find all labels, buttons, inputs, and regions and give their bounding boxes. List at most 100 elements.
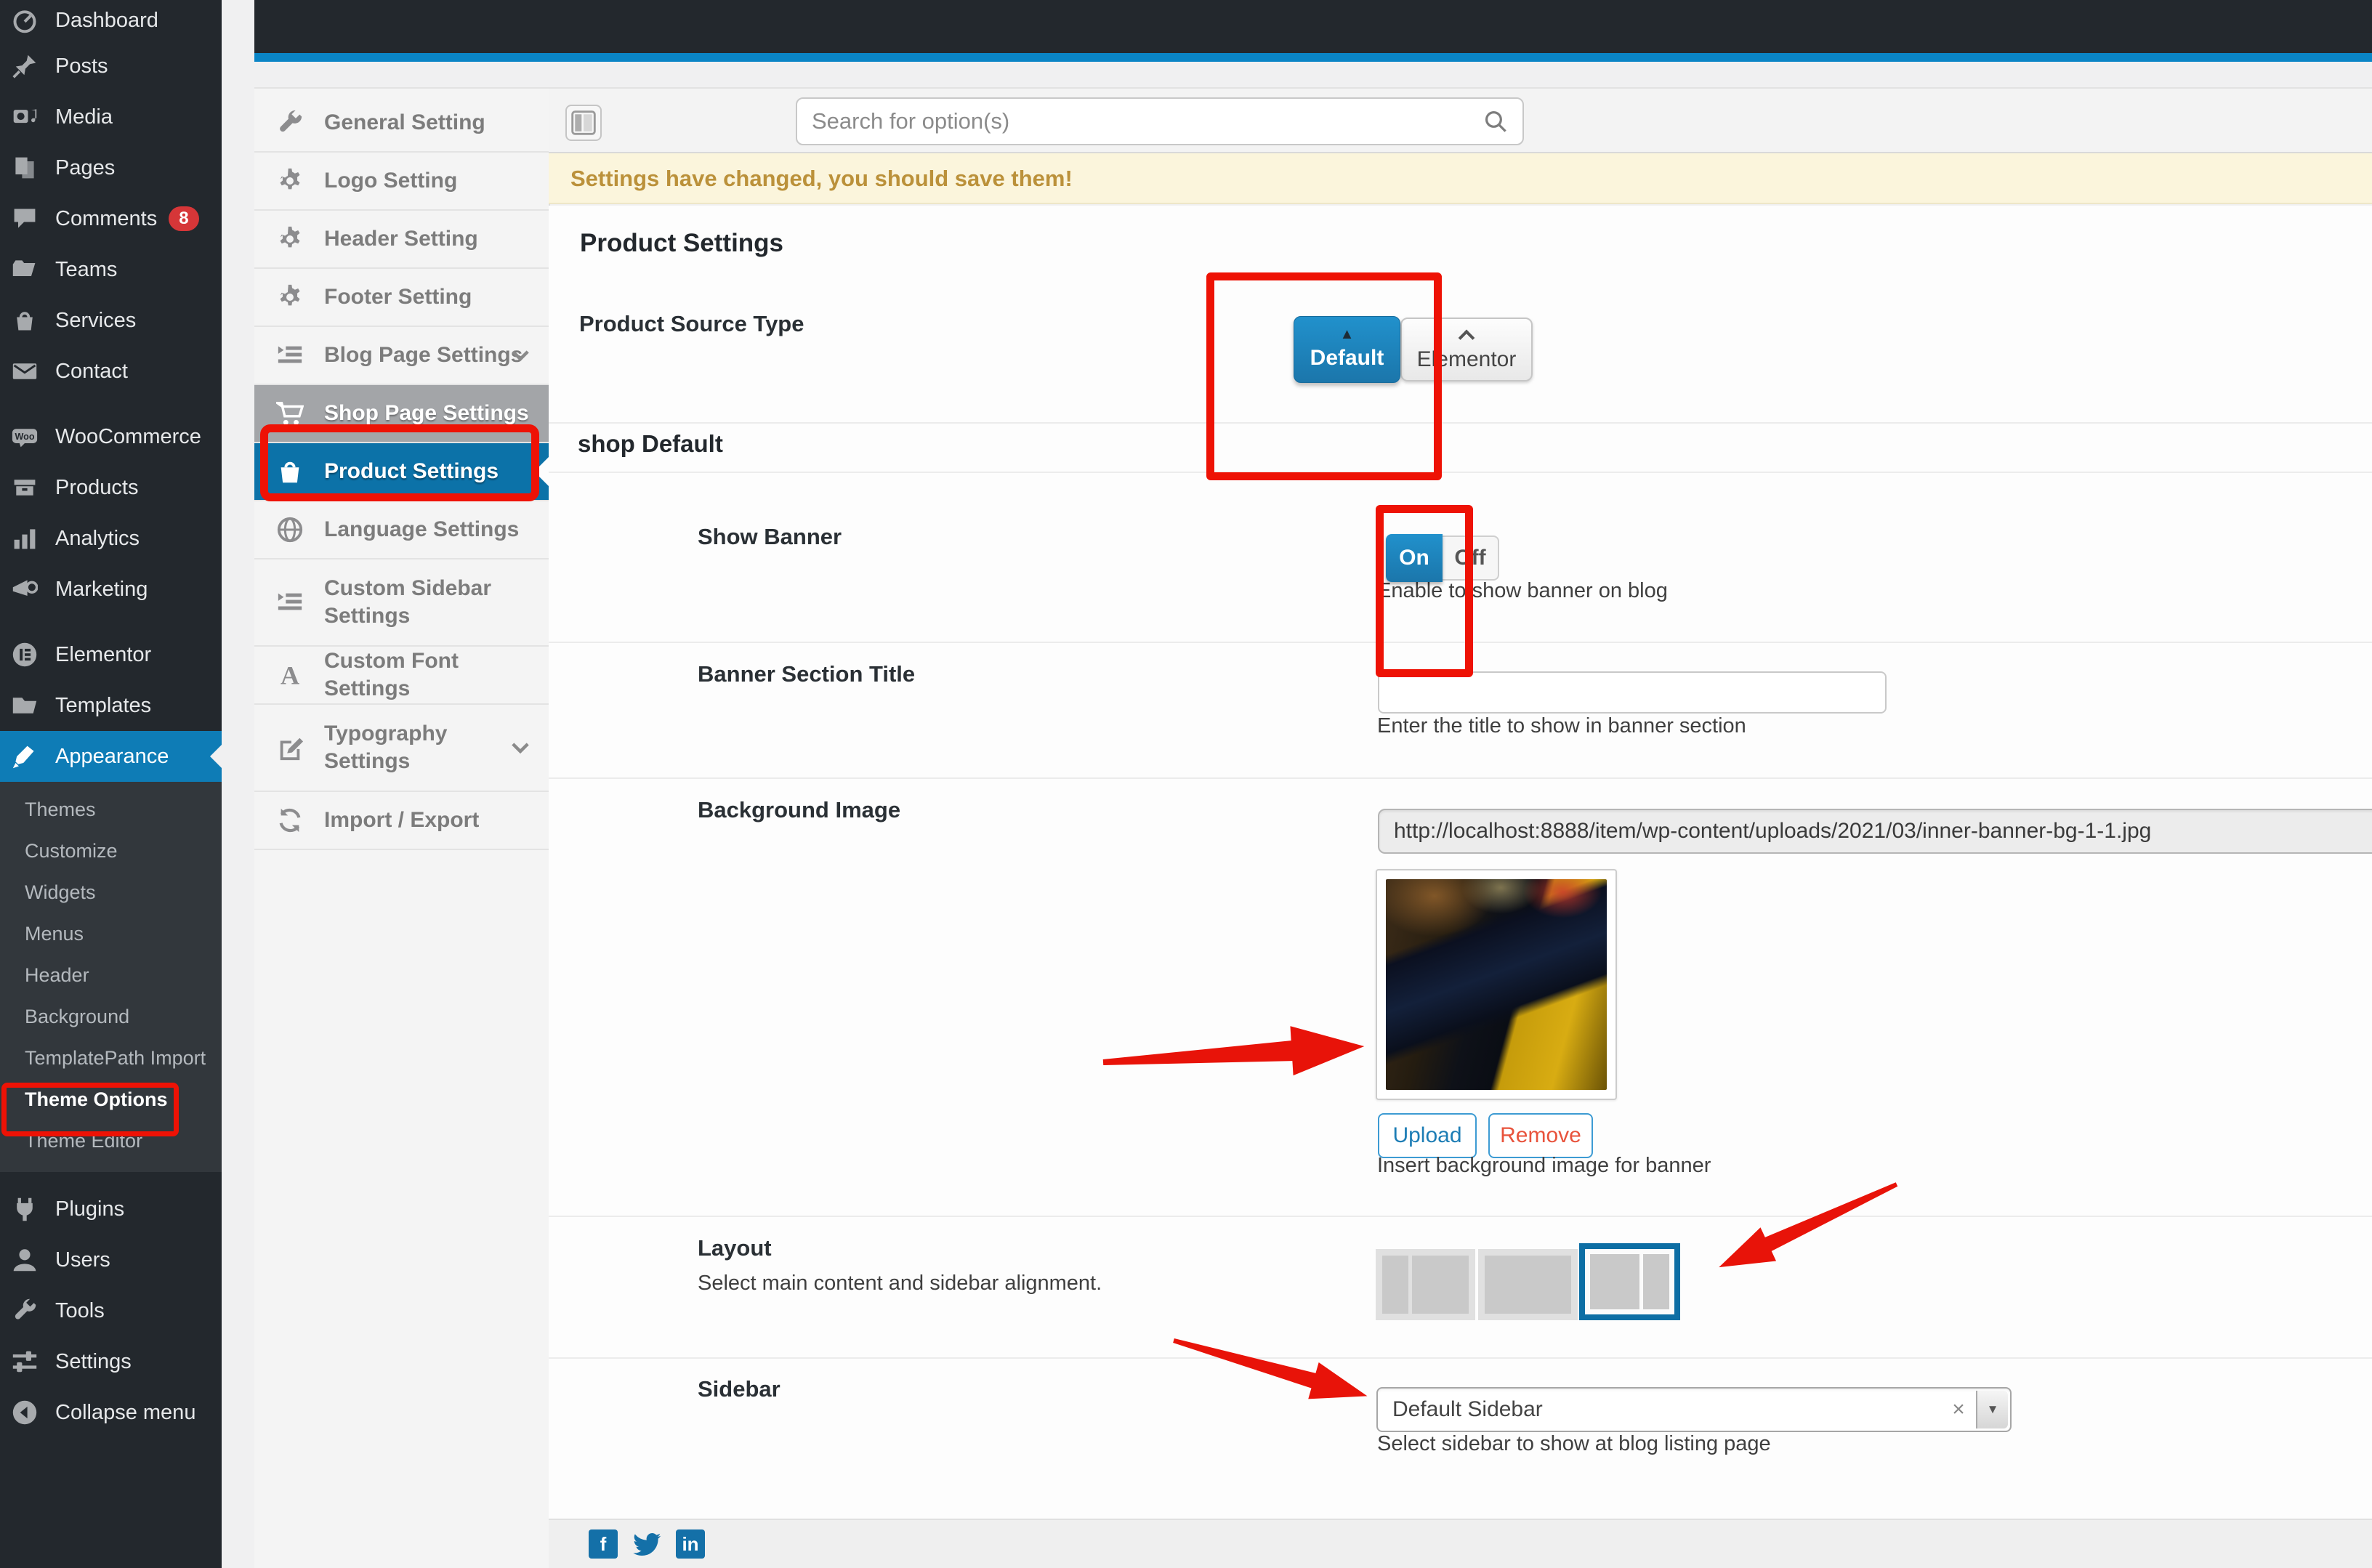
theme-nav-item-shop-page-settings[interactable]: Shop Page Settings	[254, 385, 549, 443]
sidebar-item-analytics[interactable]: Analytics	[0, 513, 222, 564]
sidebar-label: Sidebar	[698, 1376, 780, 1402]
theme-nav-item-custom-font-settings[interactable]: A Custom Font Settings	[254, 647, 549, 705]
sidebar-item-services[interactable]: Services	[0, 295, 222, 346]
sidebar-item-collapse-menu[interactable]: Collapse menu	[0, 1387, 222, 1438]
sidebar-item-label: Media	[55, 105, 113, 129]
theme-nav-item-product-settings[interactable]: Product Settings	[254, 443, 549, 501]
sidebar-item-posts[interactable]: Posts	[0, 41, 222, 92]
font-icon: A	[276, 661, 304, 689]
layout-option-full-width[interactable]	[1478, 1249, 1578, 1320]
sidebar-subitem-theme-options[interactable]: Theme Options	[0, 1079, 222, 1120]
panel-accent-line	[254, 53, 2372, 62]
comments-count-badge: 8	[169, 206, 198, 231]
collapse-icon	[12, 1399, 38, 1426]
list-icon	[276, 589, 304, 616]
sidebar-item-settings[interactable]: Settings	[0, 1336, 222, 1387]
refresh-icon	[276, 807, 304, 834]
source-option-default[interactable]: ▲ Default	[1294, 316, 1400, 383]
sidebar-item-media[interactable]: Media	[0, 92, 222, 142]
layout-option-sidebar-right-selected[interactable]	[1579, 1243, 1680, 1320]
sidebar-item-pages[interactable]: Pages	[0, 142, 222, 193]
background-image-thumbnail	[1376, 869, 1617, 1100]
panel-toggle-button[interactable]	[565, 105, 602, 141]
section-title: shop Default	[578, 430, 723, 458]
search-icon	[1483, 109, 1508, 134]
sidebar-item-dashboard[interactable]: Dashboard	[0, 0, 222, 41]
theme-nav-item-typography-settings[interactable]: Typography Settings	[254, 705, 549, 792]
theme-nav-item-label: Language Settings	[324, 516, 519, 543]
sidebar-item-label: WooCommerce	[55, 425, 201, 449]
layout-hint: Select main content and sidebar alignmen…	[698, 1272, 1102, 1296]
linkedin-icon[interactable]: in	[676, 1529, 705, 1559]
sidebar-item-marketing[interactable]: Marketing	[0, 564, 222, 615]
theme-nav-item-custom-sidebar-settings[interactable]: Custom Sidebar Settings	[254, 559, 549, 647]
source-option-elementor[interactable]: Elementor	[1400, 318, 1533, 381]
search-input[interactable]	[797, 108, 1483, 134]
admin-sidebar: Dashboard Posts Media Pages Comments 8 Teams Se…	[0, 0, 222, 1568]
sidebar-subitem-themes[interactable]: Themes	[0, 789, 222, 831]
clear-icon[interactable]: ×	[1944, 1397, 1973, 1422]
user-icon	[12, 1247, 38, 1273]
theme-nav-item-label: Custom Font Settings	[324, 647, 549, 703]
box-icon	[12, 474, 38, 501]
sidebar-item-label: Comments	[55, 207, 157, 231]
panel-pre-strip	[254, 62, 2372, 89]
chevron-up-icon	[1459, 328, 1474, 342]
facebook-icon[interactable]: f	[589, 1529, 618, 1559]
sidebar-item-label: Teams	[55, 258, 117, 282]
sidebar-item-label: Appearance	[55, 745, 169, 769]
upload-button[interactable]: Upload	[1378, 1113, 1477, 1158]
theme-nav-item-language-settings[interactable]: Language Settings	[254, 501, 549, 559]
background-image-url-input[interactable]	[1378, 809, 2372, 854]
dropdown-arrow-icon[interactable]: ▼	[1976, 1391, 2008, 1428]
sidebar-item-appearance[interactable]: Appearance	[0, 731, 222, 782]
theme-nav-item-label: Footer Setting	[324, 283, 472, 311]
show-banner-off-button[interactable]: Off	[1443, 536, 1499, 581]
theme-nav-item-general-setting[interactable]: General Setting	[254, 94, 549, 153]
theme-options-nav: General SettingLogo SettingHeader Settin…	[254, 89, 550, 1568]
sidebar-item-comments[interactable]: Comments 8	[0, 193, 222, 244]
sidebar-item-elementor[interactable]: Elementor	[0, 629, 222, 680]
sidebar-subitem-theme-editor[interactable]: Theme Editor	[0, 1120, 222, 1162]
sidebar-subitem-widgets[interactable]: Widgets	[0, 872, 222, 913]
sidebar-item-label: Analytics	[55, 527, 140, 551]
sidebar-item-products[interactable]: Products	[0, 462, 222, 513]
show-banner-on-button[interactable]: On	[1386, 534, 1443, 582]
chevron-down-icon	[508, 735, 533, 760]
layout-option-sidebar-left[interactable]	[1376, 1249, 1475, 1320]
sidebar-item-label: Products	[55, 476, 138, 500]
sidebar-subitem-templatepath-import[interactable]: TemplatePath Import	[0, 1038, 222, 1079]
sidebar-subitem-header[interactable]: Header	[0, 955, 222, 996]
sidebar-item-plugins[interactable]: Plugins	[0, 1184, 222, 1234]
background-image-hint: Insert background image for banner	[1377, 1154, 1711, 1178]
theme-nav-item-footer-setting[interactable]: Footer Setting	[254, 269, 549, 327]
sidebar-item-tools[interactable]: Tools	[0, 1285, 222, 1336]
theme-nav-item-logo-setting[interactable]: Logo Setting	[254, 153, 549, 211]
theme-nav-item-import-export[interactable]: Import / Export	[254, 792, 549, 850]
layout-content-block	[1485, 1256, 1571, 1314]
settings-panel	[549, 206, 2372, 1519]
sidebar-item-label: Dashboard	[55, 9, 158, 33]
brush-icon	[12, 743, 38, 769]
panel-toggle-icon	[570, 126, 597, 139]
layout-sidebar-block	[1382, 1256, 1408, 1314]
wrench-icon	[12, 1298, 38, 1324]
folder-open-icon	[12, 256, 38, 283]
theme-nav-item-blog-page-settings[interactable]: Blog Page Settings	[254, 327, 549, 385]
twitter-icon[interactable]	[632, 1529, 661, 1559]
sidebar-item-templates[interactable]: Templates	[0, 680, 222, 731]
layout-label: Layout	[698, 1235, 772, 1261]
sidebar-subitem-menus[interactable]: Menus	[0, 913, 222, 955]
edit-icon	[276, 734, 304, 761]
theme-nav-item-header-setting[interactable]: Header Setting	[254, 211, 549, 269]
bag-icon	[12, 307, 38, 334]
sidebar-subitem-background[interactable]: Background	[0, 996, 222, 1038]
remove-button[interactable]: Remove	[1488, 1113, 1593, 1158]
sidebar-select[interactable]: Default Sidebar × ▼	[1376, 1387, 2012, 1432]
sidebar-item-woocommerce[interactable]: WooWooCommerce	[0, 411, 222, 462]
sidebar-item-users[interactable]: Users	[0, 1234, 222, 1285]
sidebar-subitem-customize[interactable]: Customize	[0, 831, 222, 872]
sidebar-item-teams[interactable]: Teams	[0, 244, 222, 295]
sidebar-item-contact[interactable]: Contact	[0, 346, 222, 397]
banner-title-input[interactable]	[1378, 671, 1887, 714]
